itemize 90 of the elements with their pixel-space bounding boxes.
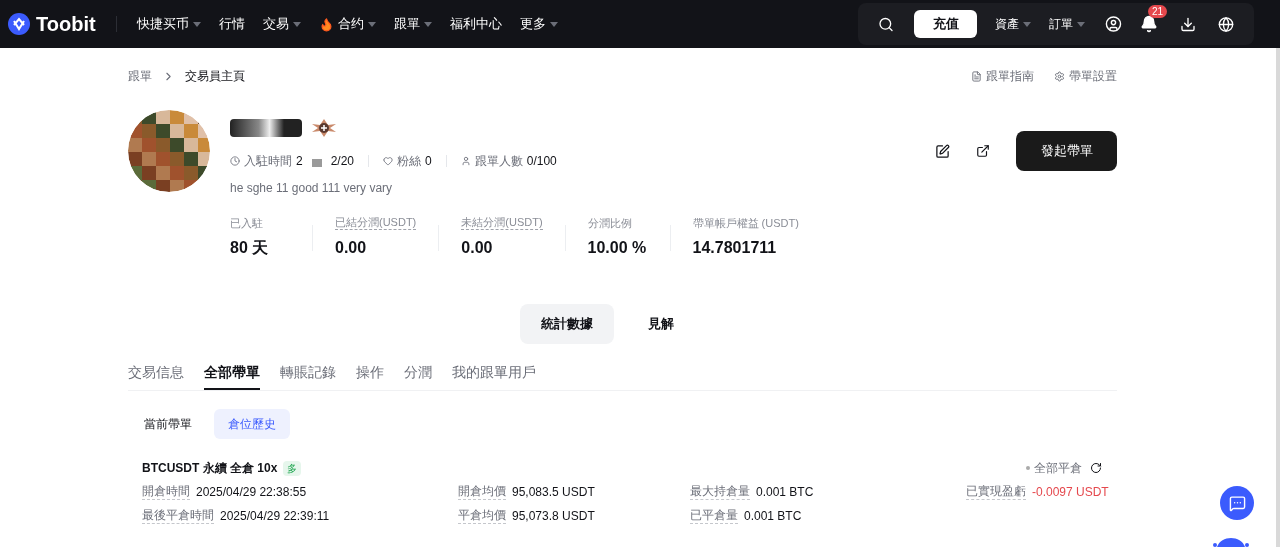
share-icon[interactable] — [976, 144, 990, 158]
caret-icon — [192, 21, 201, 27]
tab[interactable]: 分潤 — [404, 356, 432, 390]
redacted-date — [311, 159, 322, 167]
flame-icon — [318, 16, 334, 32]
sub-tab[interactable]: 倉位歷史 — [214, 409, 290, 439]
field-label: 已平倉量 — [690, 508, 738, 524]
field-value: 0.001 BTC — [756, 484, 814, 501]
refresh-icon[interactable] — [1090, 462, 1102, 474]
view-tab[interactable]: 統計數據 — [519, 304, 614, 344]
position-symbol: BTCUSDT 永續 全倉 10x — [142, 460, 278, 477]
brand-name: Toobit — [36, 12, 96, 37]
field-label: 已實現盈虧 — [966, 484, 1026, 500]
tab[interactable]: 我的跟單用戶 — [452, 356, 536, 390]
download-icon[interactable] — [1180, 15, 1196, 33]
fans-count: 0 — [425, 153, 432, 170]
robot-icon — [1213, 538, 1249, 547]
heart-icon — [383, 156, 394, 166]
stat-label: 已入駐 — [230, 215, 264, 230]
nav-item[interactable]: 合约 — [318, 14, 376, 34]
tab[interactable]: 全部帶單 — [204, 356, 260, 390]
stat-label: 已結分潤(USDT) — [335, 215, 417, 230]
stat-label: 未結分潤(USDT) — [461, 215, 543, 230]
nav-menu[interactable]: 訂單 — [1049, 15, 1086, 33]
nav-item[interactable]: 快捷买币 — [136, 14, 201, 34]
search-icon[interactable] — [878, 15, 894, 33]
caret-icon — [1023, 21, 1032, 27]
close-all-label: 全部平倉 — [1034, 460, 1082, 477]
notification-badge: 21 — [1148, 5, 1168, 18]
clock-icon — [230, 156, 240, 166]
user-icon — [460, 156, 471, 166]
deposit-button[interactable]: 充值 — [914, 10, 978, 38]
logo-icon — [8, 13, 30, 35]
redacted-name — [230, 119, 302, 137]
nav-item[interactable]: 跟單 — [393, 14, 432, 34]
breadcrumb-item[interactable]: 跟單 — [128, 67, 152, 85]
edit-icon[interactable] — [935, 143, 950, 159]
header-link[interactable]: 帶單設置 — [1054, 67, 1117, 85]
field-value: 95,083.5 USDT — [512, 484, 595, 501]
followers-count: 0/100 — [526, 153, 557, 170]
field-value: 2025/04/29 22:39:11 — [220, 508, 330, 525]
chat-icon — [1228, 494, 1246, 512]
field-label: 開倉均價 — [458, 484, 506, 500]
stat-label: 帶單帳戶權益 (USDT) — [692, 215, 799, 230]
bell-icon[interactable] — [1140, 15, 1158, 33]
nav-item[interactable]: 行情 — [218, 14, 245, 34]
field-label: 最後平倉時間 — [142, 508, 214, 524]
globe-icon[interactable] — [1218, 15, 1234, 33]
joined-date-end: 2/20 — [330, 153, 355, 170]
chat-button[interactable] — [1220, 486, 1254, 520]
caret-icon — [549, 21, 558, 27]
document-icon — [971, 70, 982, 82]
tab[interactable]: 操作 — [356, 356, 384, 390]
view-tab[interactable]: 見解 — [613, 304, 708, 344]
followers-label: 跟單人數 — [474, 153, 523, 170]
field-label: 平倉均價 — [458, 508, 506, 524]
stat-value: 0.00 — [461, 238, 494, 258]
field-value: 0.001 BTC — [744, 508, 802, 525]
rank-badge-icon — [310, 118, 338, 138]
nav-item[interactable]: 更多 — [519, 14, 558, 34]
account-icon[interactable] — [1105, 15, 1122, 33]
stat-value: 10.00 % — [587, 237, 648, 258]
sub-tab[interactable]: 當前帶單 — [130, 409, 206, 439]
settings-icon — [1054, 70, 1065, 82]
stat-value: 0.00 — [335, 238, 368, 258]
tab[interactable]: 轉賬記錄 — [280, 356, 336, 390]
breadcrumb-item: 交易員主頁 — [185, 68, 245, 85]
long-tag: 多 — [283, 460, 302, 476]
field-label: 最大持倉量 — [690, 484, 750, 500]
field-value: 95,073.8 USDT — [512, 508, 595, 525]
field-value: 2025/04/29 22:38:55 — [196, 484, 307, 501]
tab[interactable]: 交易信息 — [128, 356, 184, 390]
nav-item[interactable]: 交易 — [262, 14, 301, 34]
header-link[interactable]: 跟單指南 — [971, 67, 1034, 85]
fans-label: 粉絲 — [397, 153, 422, 170]
joined-label: 入駐時間 — [244, 153, 292, 170]
caret-icon — [423, 21, 432, 27]
caret-icon — [292, 21, 301, 27]
start-copy-trade-button[interactable]: 發起帶單 — [1016, 131, 1117, 171]
stat-value: 14.7801711 — [692, 237, 778, 258]
bio-text: he sghe 11 good 111 very vary — [230, 180, 394, 197]
stat-value: 80 天 — [230, 237, 270, 258]
joined-date-start: 2 — [296, 153, 303, 170]
nav-item[interactable]: 福利中心 — [449, 14, 502, 34]
caret-icon — [1077, 21, 1086, 27]
stat-label: 分潤比例 — [587, 215, 633, 230]
nav-menu[interactable]: 資產 — [995, 15, 1032, 33]
field-value: -0.0097 USDT — [1032, 484, 1109, 501]
field-label: 開倉時間 — [142, 484, 190, 500]
caret-icon — [367, 21, 376, 27]
